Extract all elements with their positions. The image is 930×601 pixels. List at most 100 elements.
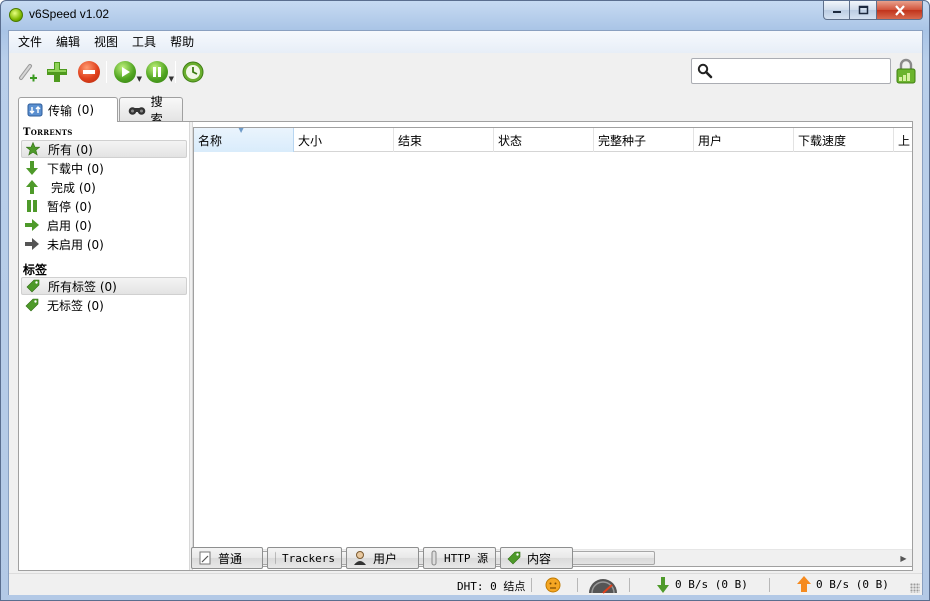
- window-controls: [823, 1, 923, 21]
- label-none[interactable]: 无标签 (0): [21, 296, 187, 314]
- start-dropdown-icon[interactable]: ▼: [137, 75, 142, 83]
- column-done[interactable]: 结束: [394, 128, 494, 152]
- labels-section-header: 标签: [23, 263, 48, 277]
- arrow-right-gray-icon: [25, 237, 39, 251]
- tag-icon: [25, 298, 39, 312]
- main-window: v6Speed v1.02 文件 编辑 视图 工具 帮助 ▼ ▼ 传输 (0) …: [0, 0, 930, 601]
- column-status[interactable]: 状态: [494, 128, 594, 152]
- column-down-speed-label: 下载速度: [798, 133, 847, 148]
- pause-dropdown-icon[interactable]: ▼: [169, 75, 174, 83]
- arrow-up-icon: [25, 180, 39, 194]
- status-bar: DHT: 0 结点 0 B/s (0 B) 0 B/s (0 B): [9, 573, 922, 595]
- arrow-right-icon: [25, 218, 39, 232]
- transfer-icon: [27, 103, 43, 117]
- column-size-label: 大小: [298, 133, 323, 148]
- maximize-icon: [858, 5, 868, 15]
- title-bar[interactable]: v6Speed v1.02: [1, 1, 929, 29]
- column-size[interactable]: 大小: [294, 128, 394, 152]
- filter-active[interactable]: 启用 (0): [21, 216, 187, 234]
- column-up-speed[interactable]: 上: [894, 128, 912, 152]
- filter-sidebar: Torrents 所有 (0) 下载中 (0) 完成 (0) 暂停 (0) 启用…: [19, 122, 189, 570]
- column-done-label: 结束: [398, 133, 423, 148]
- column-up-speed-label: 上: [898, 133, 911, 148]
- toolbar-separator: [175, 61, 176, 83]
- list-header: ▼ 名称 大小 结束 状态 完整种子 用户 下载速度 上: [194, 128, 912, 152]
- tab-search[interactable]: 搜索: [119, 95, 183, 126]
- search-icon: [697, 63, 713, 79]
- pause-icon: [146, 61, 168, 83]
- menu-view[interactable]: 视图: [87, 32, 125, 52]
- filter-completed-label: 完成 (0): [51, 180, 96, 195]
- column-down-speed[interactable]: 下载速度: [794, 128, 894, 152]
- filter-all-label: 所有 (0): [48, 142, 93, 157]
- add-icon: [47, 62, 67, 82]
- preferences-button[interactable]: [181, 60, 205, 84]
- tag-icon: [507, 551, 521, 565]
- add-torrent-button[interactable]: [45, 60, 69, 84]
- add-link-button[interactable]: [15, 60, 39, 84]
- label-all-label: 所有标签 (0): [48, 279, 117, 294]
- menu-tools[interactable]: 工具: [125, 32, 163, 52]
- client-area: 文件 编辑 视图 工具 帮助 ▼ ▼ 传输 (0) 搜索 Torrents 所有…: [8, 30, 923, 595]
- column-seeds[interactable]: 完整种子: [594, 128, 694, 152]
- detail-tab-content[interactable]: 内容: [500, 547, 573, 569]
- detail-tab-http-sources[interactable]: HTTP 源: [423, 547, 496, 569]
- minimize-button[interactable]: [823, 1, 850, 20]
- label-all[interactable]: 所有标签 (0): [21, 277, 187, 295]
- play-icon: [114, 61, 136, 83]
- status-separator: [577, 578, 578, 592]
- detail-tab-general-label: 普通: [218, 551, 243, 566]
- label-none-label: 无标签 (0): [47, 298, 104, 313]
- add-link-icon: [19, 64, 37, 82]
- toolbar: ▼ ▼: [9, 53, 922, 91]
- menu-bar: 文件 编辑 视图 工具 帮助: [9, 31, 922, 53]
- minimize-icon: [832, 11, 841, 13]
- speed-gauge-icon[interactable]: [587, 576, 619, 594]
- remove-button[interactable]: [77, 60, 101, 84]
- detail-tab-content-label: 内容: [527, 551, 552, 566]
- column-peers-label: 用户: [698, 133, 723, 148]
- detail-tab-http-sources-label: HTTP 源: [444, 552, 489, 565]
- search-box[interactable]: [691, 58, 891, 84]
- detail-tab-trackers[interactable]: Trackers: [267, 547, 342, 569]
- status-separator: [769, 578, 770, 592]
- download-speed-icon: [657, 577, 669, 593]
- filter-downloading[interactable]: 下载中 (0): [21, 159, 187, 177]
- column-name[interactable]: ▼ 名称: [194, 128, 294, 152]
- menu-help[interactable]: 帮助: [163, 32, 201, 52]
- menu-edit[interactable]: 编辑: [49, 32, 87, 52]
- filter-paused-label: 暂停 (0): [47, 199, 92, 214]
- warning-smiley-icon[interactable]: [545, 577, 561, 593]
- pause-button[interactable]: ▼: [145, 60, 174, 84]
- column-peers[interactable]: 用户: [694, 128, 794, 152]
- menu-file[interactable]: 文件: [11, 32, 49, 52]
- start-button[interactable]: ▼: [113, 60, 142, 84]
- detail-tab-peers-label: 用户: [373, 551, 398, 566]
- detail-tab-general[interactable]: 普通: [191, 547, 263, 569]
- tab-transfers[interactable]: 传输 (0): [18, 97, 118, 122]
- window-title: v6Speed v1.02: [29, 7, 110, 21]
- tracker-icon: [275, 551, 277, 565]
- pause-icon: [25, 199, 39, 213]
- app-logo-icon: [9, 8, 23, 22]
- search-input[interactable]: [716, 62, 886, 80]
- detail-tab-peers[interactable]: 用户: [346, 547, 419, 569]
- close-button[interactable]: [877, 1, 923, 20]
- close-icon: [894, 4, 905, 16]
- column-status-label: 状态: [498, 133, 523, 148]
- filter-paused[interactable]: 暂停 (0): [21, 197, 187, 215]
- resize-grip[interactable]: [910, 583, 920, 593]
- filter-inactive[interactable]: 未启用 (0): [21, 235, 187, 253]
- toolbar-separator: [106, 61, 107, 83]
- tab-transfers-count: (0): [77, 103, 95, 117]
- maximize-button[interactable]: [850, 1, 877, 20]
- torrent-list[interactable]: ▼ 名称 大小 结束 状态 完整种子 用户 下载速度 上 ◀ ||| ▶: [193, 127, 913, 567]
- torrents-section-header: Torrents: [23, 127, 73, 138]
- filter-completed[interactable]: 完成 (0): [21, 178, 187, 196]
- clock-settings-icon: [182, 61, 204, 83]
- status-separator: [629, 578, 630, 592]
- transfer-pane: Torrents 所有 (0) 下载中 (0) 完成 (0) 暂停 (0) 启用…: [18, 121, 913, 571]
- filter-all[interactable]: 所有 (0): [21, 140, 187, 158]
- binoculars-icon: [128, 106, 146, 115]
- lock-icon[interactable]: [895, 57, 917, 85]
